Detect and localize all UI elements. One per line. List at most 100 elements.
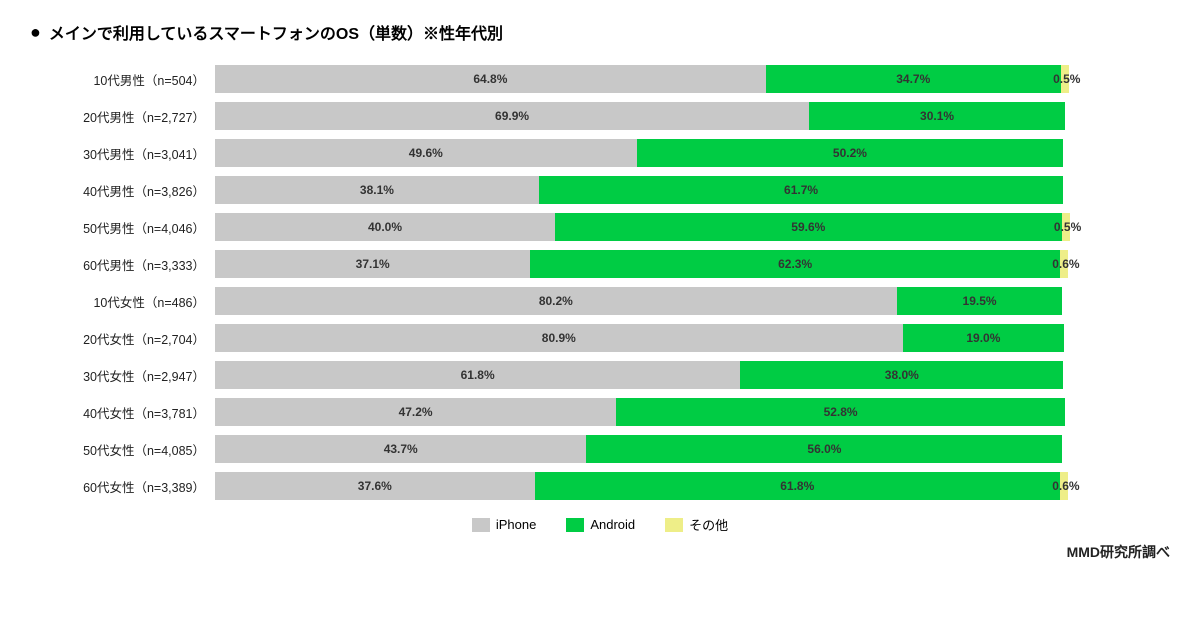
android-pct: 19.0% [966, 331, 1000, 345]
chart-area: 10代男性（n=504） 64.8% 34.7% 0.5% 20代男性（n=2,727）… [40, 62, 1170, 503]
bar-row: 60代男性（n=3,333）37.1%62.3%0.6% [40, 247, 1170, 281]
android-pct: 62.3% [778, 257, 812, 271]
bar-label: 40代男性（n=3,826） [40, 181, 215, 200]
bar-row: 40代男性（n=3,826） 38.1% 61.7% [40, 173, 1170, 207]
legend-iphone-label: iPhone [496, 517, 536, 532]
legend-android-label: Android [590, 517, 635, 532]
bar-container: 37.6% 61.8% 0.6% [215, 472, 1065, 500]
android-pct: 56.0% [807, 442, 841, 456]
iphone-pct: 49.6% [409, 146, 443, 160]
bar-container: 40.0%59.6%0.5% [215, 213, 1065, 241]
iphone-segment: 61.8% [215, 361, 740, 389]
iphone-pct: 37.6% [358, 479, 392, 493]
bar-container: 64.8%34.7%0.5% [215, 65, 1065, 93]
bar-container: 47.2% 52.8% [215, 398, 1065, 426]
android-segment: 59.6% [555, 213, 1062, 241]
bar-row: 40代女性（n=3,781） 47.2% 52.8% [40, 395, 1170, 429]
android-pct: 19.5% [963, 294, 997, 308]
title: ● メインで利用しているスマートフォンのOS（単数）※性年代別 [30, 20, 1170, 44]
bar-container: 80.2% 19.5% [215, 287, 1065, 315]
bar-row: 50代女性（n=4,085） 43.7% 56.0% [40, 432, 1170, 466]
bar-row: 20代女性（n=2,704） 80.9% 19.0% [40, 321, 1170, 355]
android-pct: 50.2% [833, 146, 867, 160]
android-segment: 34.7% [766, 65, 1061, 93]
iphone-pct: 38.1% [360, 183, 394, 197]
legend-other-box [665, 518, 683, 532]
android-segment: 61.7% [539, 176, 1063, 204]
android-segment: 52.8% [616, 398, 1065, 426]
iphone-pct: 47.2% [399, 405, 433, 419]
android-segment: 50.2% [637, 139, 1064, 167]
iphone-pct: 43.7% [384, 442, 418, 456]
bar-container: 43.7% 56.0% [215, 435, 1065, 463]
bar-label: 50代男性（n=4,046） [40, 218, 215, 237]
iphone-segment: 69.9% [215, 102, 809, 130]
legend: iPhone Android その他 [30, 515, 1170, 534]
footer: MMD研究所調べ [30, 542, 1170, 562]
iphone-segment: 64.8% [215, 65, 766, 93]
bar-row: 10代女性（n=486） 80.2% 19.5% [40, 284, 1170, 318]
bar-row: 60代女性（n=3,389） 37.6% 61.8% 0.6% [40, 469, 1170, 503]
bar-container: 61.8% 38.0% [215, 361, 1065, 389]
bar-row: 50代男性（n=4,046） 40.0% 59.6%0.5% [40, 210, 1170, 244]
other-segment: 0.5% [1061, 65, 1069, 93]
android-pct: 30.1% [920, 109, 954, 123]
iphone-segment: 37.6% [215, 472, 535, 500]
bar-container: 49.6% 50.2% [215, 139, 1065, 167]
android-segment: 61.8% [535, 472, 1060, 500]
android-segment: 62.3% [530, 250, 1060, 278]
iphone-pct: 69.9% [495, 109, 529, 123]
bar-label: 10代女性（n=486） [40, 292, 215, 311]
other-pct: 0.5% [1054, 220, 1081, 234]
android-segment: 38.0% [740, 361, 1063, 389]
legend-iphone: iPhone [472, 515, 536, 534]
bar-container: 38.1% 61.7% [215, 176, 1065, 204]
other-segment: 0.6% [1060, 472, 1068, 500]
bar-label: 60代女性（n=3,389） [40, 477, 215, 496]
bullet-icon: ● [30, 22, 41, 43]
bar-row: 20代男性（n=2,727） 69.9% 30.1% [40, 99, 1170, 133]
iphone-pct: 80.2% [539, 294, 573, 308]
bar-label: 40代女性（n=3,781） [40, 403, 215, 422]
legend-android-box [566, 518, 584, 532]
android-segment: 19.5% [897, 287, 1063, 315]
bar-row: 30代女性（n=2,947） 61.8% 38.0% [40, 358, 1170, 392]
bar-label: 50代女性（n=4,085） [40, 440, 215, 459]
other-pct: 0.5% [1053, 72, 1080, 86]
iphone-segment: 40.0% [215, 213, 555, 241]
legend-other-label: その他 [689, 515, 728, 534]
bar-label: 30代女性（n=2,947） [40, 366, 215, 385]
bar-label: 20代女性（n=2,704） [40, 329, 215, 348]
iphone-pct: 37.1% [356, 257, 390, 271]
iphone-pct: 40.0% [368, 220, 402, 234]
bar-label: 10代男性（n=504） [40, 70, 215, 89]
footer-text: MMD研究所調べ [1067, 544, 1170, 560]
bar-container: 69.9% 30.1% [215, 102, 1065, 130]
title-text: メインで利用しているスマートフォンのOS（単数）※性年代別 [49, 20, 503, 44]
bar-label: 20代男性（n=2,727） [40, 107, 215, 126]
other-pct: 0.6% [1052, 479, 1079, 493]
iphone-pct: 61.8% [461, 368, 495, 382]
android-segment: 19.0% [903, 324, 1065, 352]
other-segment: 0.6% [1060, 250, 1068, 278]
iphone-segment: 80.9% [215, 324, 903, 352]
iphone-pct: 64.8% [473, 72, 507, 86]
bar-row: 10代男性（n=504） 64.8% 34.7% 0.5% [40, 62, 1170, 96]
other-pct: 0.6% [1052, 257, 1079, 271]
android-pct: 61.8% [780, 479, 814, 493]
android-pct: 52.8% [824, 405, 858, 419]
android-pct: 34.7% [896, 72, 930, 86]
iphone-segment: 49.6% [215, 139, 637, 167]
iphone-pct: 80.9% [542, 331, 576, 345]
iphone-segment: 37.1% [215, 250, 530, 278]
android-pct: 61.7% [784, 183, 818, 197]
bar-container: 37.1% 62.3% 0.6% [215, 250, 1065, 278]
bar-label: 30代男性（n=3,041） [40, 144, 215, 163]
legend-other: その他 [665, 515, 728, 534]
other-segment: 0.5% [1062, 213, 1070, 241]
bar-row: 30代男性（n=3,041） 49.6% 50.2% [40, 136, 1170, 170]
legend-android: Android [566, 515, 635, 534]
android-pct: 38.0% [885, 368, 919, 382]
iphone-segment: 38.1% [215, 176, 539, 204]
legend-iphone-box [472, 518, 490, 532]
